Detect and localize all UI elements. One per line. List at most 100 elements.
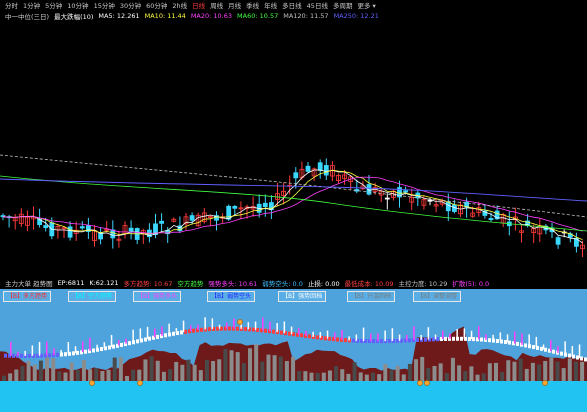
sub-legend-item[interactable]: 【B】调整调整 <box>413 291 462 302</box>
volume-bar <box>420 356 425 381</box>
trend-dash <box>136 339 139 344</box>
trend-dash <box>156 334 159 339</box>
volume-bar <box>395 365 400 381</box>
trend-dash <box>532 345 535 350</box>
volume-bar <box>432 365 437 381</box>
period-tab[interactable]: 周线 <box>210 0 223 10</box>
volume-bar <box>537 364 542 381</box>
signal-spike <box>154 328 156 338</box>
period-tab[interactable]: 60分钟 <box>146 0 167 10</box>
period-tab[interactable]: 更多 ▾ <box>357 0 375 10</box>
signal-spike <box>60 349 62 355</box>
period-tab[interactable]: 30分钟 <box>120 0 141 10</box>
signal-spike <box>254 321 257 330</box>
candlestick-chart[interactable] <box>0 21 587 277</box>
signal-spike <box>578 344 581 359</box>
candle-body <box>79 226 85 229</box>
trend-dash <box>200 327 203 332</box>
volume-bar <box>112 357 117 381</box>
period-tab[interactable]: 45日线 <box>307 0 328 10</box>
volume-bar <box>340 369 345 381</box>
period-tab[interactable]: 5分钟 <box>45 0 62 10</box>
trend-dash <box>308 334 311 339</box>
signal-spike <box>168 323 170 335</box>
trend-dash <box>364 339 367 344</box>
volume-bar <box>475 374 480 381</box>
period-tab[interactable]: 年线 <box>264 0 277 10</box>
trend-dash <box>292 332 295 337</box>
volume-bar <box>14 369 19 381</box>
volume-bar <box>100 371 105 381</box>
period-tab[interactable]: 多周期 <box>333 0 353 10</box>
trend-dash <box>148 336 151 341</box>
trend-dash <box>228 326 231 331</box>
trend-dash <box>460 336 463 341</box>
trend-dash <box>40 353 43 358</box>
trend-dash <box>352 338 355 343</box>
volume-bar <box>161 371 166 381</box>
period-tab[interactable]: 1分钟 <box>23 0 40 10</box>
signal-spike <box>262 317 264 331</box>
trend-dash <box>56 352 59 357</box>
sub-legend-item[interactable]: 【B】空方趋势 <box>68 291 117 302</box>
trend-dash <box>184 329 187 334</box>
signal-spike <box>384 330 386 342</box>
volume-bar <box>389 369 394 381</box>
candle-body <box>305 165 311 172</box>
volume-bar <box>327 370 332 381</box>
signal-spike <box>362 327 365 342</box>
period-tab[interactable]: 2h线 <box>172 0 187 10</box>
volume-bar <box>573 361 578 381</box>
sub-legend-item[interactable]: 【B】强势多头 <box>133 291 182 302</box>
signal-spike <box>247 322 250 330</box>
trend-dash <box>36 353 39 358</box>
signal-spike <box>118 340 120 346</box>
signal-spike <box>550 339 552 352</box>
candle-body <box>323 165 329 176</box>
trend-dash <box>496 339 499 344</box>
trend-dash <box>444 336 447 341</box>
candle-body <box>159 220 165 224</box>
period-tab-bar: 分时 1分钟 5分钟 10分钟 15分钟 30分钟 60分钟 2h线 日线 周线 月线 季线 年线 多日线… <box>0 0 587 10</box>
signal-spike <box>542 344 545 350</box>
indicator-sub-panel[interactable]: 【B】多方趋势 【B】空方趋势 【B】强势多头 【B】弱势空头 【B】强势回档 【B】升温… <box>0 289 587 412</box>
volume-bar <box>487 363 492 381</box>
period-tab[interactable]: 15分钟 <box>94 0 115 10</box>
period-tab[interactable]: 多日线 <box>282 0 302 10</box>
sub-legend-item[interactable]: 【B】多方趋势 <box>3 291 52 302</box>
trend-dash <box>452 336 455 341</box>
volume-bar <box>137 369 142 381</box>
trend-dash <box>540 346 543 351</box>
marker-icon <box>424 380 430 386</box>
period-tab[interactable]: 分时 <box>5 0 18 10</box>
signal-spike <box>103 342 106 349</box>
sub-legend-item[interactable]: 【B】强势回档 <box>278 291 327 302</box>
volume-bar <box>481 373 486 381</box>
trend-dash <box>172 331 175 336</box>
volume-bar <box>334 366 339 381</box>
trend-dash <box>108 345 111 350</box>
sub-legend-item[interactable]: 【B】升温回档 <box>347 291 396 302</box>
ma250-line <box>0 178 587 202</box>
period-tab[interactable]: 10分钟 <box>67 0 88 10</box>
period-tab[interactable]: 月线 <box>228 0 241 10</box>
volume-bar <box>217 359 222 381</box>
signal-spike <box>326 330 329 339</box>
period-tab[interactable]: 日线 <box>192 0 205 10</box>
trend-dash <box>180 330 183 335</box>
indicator-item: 最低成本: 10.09 <box>344 280 394 288</box>
trend-dash <box>256 327 259 332</box>
signal-spike <box>406 334 408 341</box>
indicator-item: 强势多头: 10.61 <box>208 280 258 288</box>
signal-spike <box>377 333 379 342</box>
volume-bar <box>155 360 160 381</box>
marker-icon <box>137 380 143 386</box>
period-tab[interactable]: 季线 <box>246 0 259 10</box>
sub-legend-item[interactable]: 【B】弱势空头 <box>207 291 256 302</box>
candle-body <box>384 197 390 200</box>
volume-bar <box>463 371 468 381</box>
trend-dash <box>468 336 471 341</box>
signal-spike <box>74 346 77 353</box>
volume-bar <box>106 369 111 381</box>
signal-spike <box>269 321 271 332</box>
